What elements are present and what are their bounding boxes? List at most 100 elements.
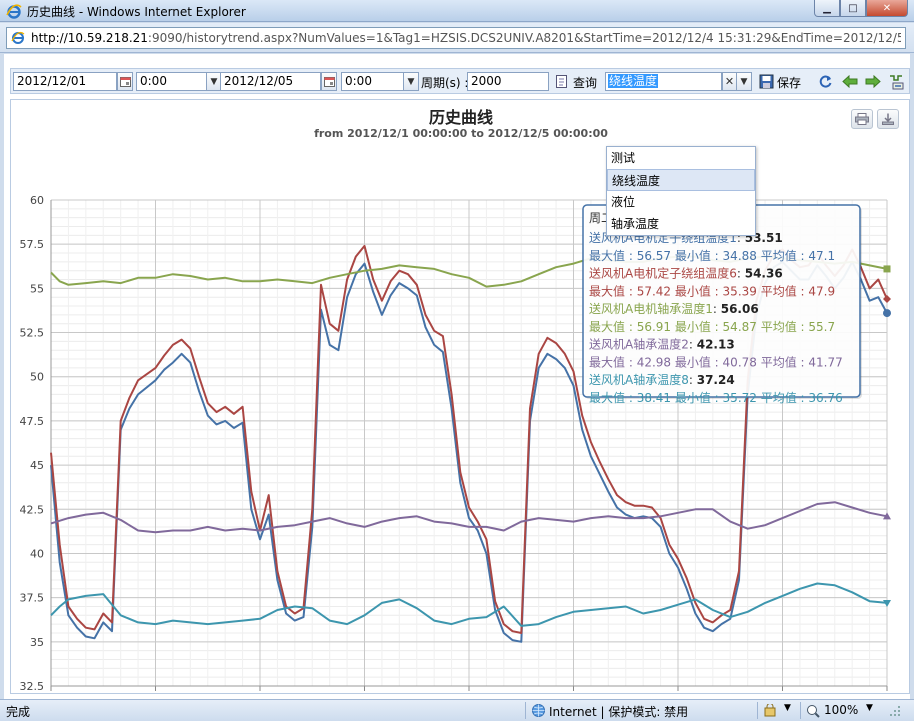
y-tick-label: 45 xyxy=(30,459,44,472)
tooltip-stats: 最大值 : 56.91 最小值 : 54.87 平均值 : 55.7 xyxy=(589,319,835,334)
tooltip-colon: : xyxy=(737,267,745,281)
window-title: 历史曲线 - Windows Internet Explorer xyxy=(27,5,246,19)
window-controls: ▁ □ ✕ xyxy=(814,0,908,18)
tooltip-min-label: 最小值 : xyxy=(671,355,723,370)
tag-combo-value: 绕线温度 xyxy=(608,74,659,88)
tooltip-current-value: 54.36 xyxy=(745,267,783,281)
y-tick-label: 37.5 xyxy=(20,592,45,605)
y-tick-label: 52.5 xyxy=(20,327,45,340)
tooltip-series-label: 送风机A电机定子绕组温度6 xyxy=(589,266,737,281)
page-icon xyxy=(11,31,25,44)
start-date-calendar-button[interactable] xyxy=(117,72,133,91)
close-button[interactable]: ✕ xyxy=(866,0,908,17)
tag-combo-input[interactable]: 绕线温度 xyxy=(605,72,722,91)
tooltip-series-name: 送风机A电机定子绕组温度6: 54.36 xyxy=(589,266,783,281)
series-end-marker[interactable] xyxy=(883,309,891,318)
tooltip-max-label: 最大值 : xyxy=(589,248,637,263)
tag-dropdown-button[interactable]: ▼ xyxy=(737,72,752,91)
y-tick-label: 42.5 xyxy=(20,503,45,516)
series-end-marker[interactable] xyxy=(883,265,891,273)
start-date-input[interactable]: 2012/12/01 xyxy=(13,72,117,91)
tooltip-max-label: 最大值 : xyxy=(589,390,637,405)
tooltip-max-label: 最大值 : xyxy=(589,355,637,370)
tooltip-colon: : xyxy=(689,373,697,387)
chevron-down-icon[interactable]: ▼ xyxy=(866,703,873,713)
y-tick-label: 60 xyxy=(30,194,44,207)
tag-clear-button[interactable]: ✕ xyxy=(722,72,737,91)
tooltip-stats: 最大值 : 42.98 最小值 : 40.78 平均值 : 41.77 xyxy=(589,355,843,370)
tooltip-avg-label: 平均值 : xyxy=(757,390,809,405)
status-divider xyxy=(757,702,758,719)
save-button[interactable]: 保存 xyxy=(777,74,801,91)
tooltip-stats: 最大值 : 57.42 最小值 : 35.39 平均值 : 47.9 xyxy=(589,284,835,299)
chart-panel: 历史曲线 from 2012/12/1 00:00:00 to 2012/12/… xyxy=(10,99,910,694)
tooltip-max-value: 57.42 xyxy=(637,285,671,299)
tooltip-min-value: 54.87 xyxy=(723,320,757,334)
tooltip-min-value: 35.39 xyxy=(723,285,757,299)
tooltip-colon: : xyxy=(689,338,697,352)
query-icon[interactable] xyxy=(554,73,571,90)
end-time-select[interactable]: 0:00 xyxy=(341,72,404,91)
save-icon[interactable] xyxy=(758,73,775,90)
start-time-select[interactable]: 0:00 xyxy=(136,72,207,91)
tooltip-avg-label: 平均值 : xyxy=(757,248,809,263)
address-input[interactable]: http://10.59.218.21:9090/historytrend.as… xyxy=(6,27,906,49)
tooltip-series-label: 送风机A轴承温度2 xyxy=(589,337,689,352)
end-date-input[interactable]: 2012/12/05 xyxy=(220,72,321,91)
tooltip-avg-value: 55.7 xyxy=(808,320,835,334)
tooltip-series-name: 送风机A轴承温度2: 42.13 xyxy=(589,337,735,352)
tooltip-min-value: 40.78 xyxy=(723,356,757,370)
tooltip-max-label: 最大值 : xyxy=(589,284,637,299)
calendar-icon xyxy=(323,77,335,87)
minimize-button[interactable]: ▁ xyxy=(814,0,840,17)
dropdown-option[interactable]: 液位 xyxy=(607,191,755,213)
tooltip-stats: 最大值 : 38.41 最小值 : 35.72 平均值 : 36.76 xyxy=(589,390,843,405)
tooltip-current-value: 37.24 xyxy=(697,373,735,387)
zoom-level[interactable]: 100% xyxy=(824,703,858,717)
tooltip-max-value: 56.57 xyxy=(637,249,671,263)
tooltip-series-label: 送风机A电机轴承温度1 xyxy=(589,301,713,316)
ie-logo-icon xyxy=(6,4,22,19)
tooltip-avg-label: 平均值 : xyxy=(757,319,809,334)
query-button[interactable]: 查询 xyxy=(573,74,597,91)
period-input[interactable]: 2000 xyxy=(467,72,549,91)
chevron-down-icon: ▼ xyxy=(740,76,748,87)
tooltip-min-label: 最小值 : xyxy=(671,284,723,299)
page-content: 2012/12/01 0:00 ▼ 2012/12/05 0:00 ▼ 周期(s… xyxy=(0,54,914,699)
period-label: 周期(s) : xyxy=(421,76,469,90)
chevron-down-icon: ▼ xyxy=(210,76,218,87)
forward-arrow-icon[interactable] xyxy=(864,73,881,90)
maximize-button[interactable]: □ xyxy=(840,0,866,17)
tooltip-avg-label: 平均值 : xyxy=(757,355,809,370)
end-time-dropdown-button[interactable]: ▼ xyxy=(404,72,419,91)
url-path: :9090/historytrend.aspx?NumValues=1&Tag1… xyxy=(147,31,901,45)
zone-settings-icon[interactable] xyxy=(764,704,778,718)
tooltip-avg-value: 47.1 xyxy=(808,249,835,263)
export-data-icon[interactable] xyxy=(887,73,904,90)
tooltip-colon: : xyxy=(713,302,721,316)
status-divider xyxy=(525,702,526,719)
tooltip-max-value: 42.98 xyxy=(637,356,671,370)
globe-icon xyxy=(532,704,545,717)
resize-grip-icon[interactable] xyxy=(882,705,902,718)
y-tick-label: 47.5 xyxy=(20,415,45,428)
tooltip-series-name: 送风机A轴承温度8: 37.24 xyxy=(589,372,735,387)
tooltip-max-value: 38.41 xyxy=(637,391,671,405)
tag-dropdown-list: 测试 绕线温度 液位 轴承温度 xyxy=(606,146,756,236)
dropdown-option[interactable]: 测试 xyxy=(607,147,755,169)
tooltip-current-value: 42.13 xyxy=(697,338,735,352)
zoom-icon xyxy=(807,705,820,718)
tooltip-avg-value: 36.76 xyxy=(808,391,842,405)
refresh-icon[interactable] xyxy=(817,73,834,90)
chevron-down-icon[interactable]: ▼ xyxy=(784,703,791,713)
dropdown-option[interactable]: 轴承温度 xyxy=(607,213,755,235)
y-tick-label: 35 xyxy=(30,636,44,649)
calendar-icon xyxy=(119,77,131,87)
back-arrow-icon[interactable] xyxy=(841,73,858,90)
end-date-calendar-button[interactable] xyxy=(321,72,337,91)
dropdown-option[interactable]: 绕线温度 xyxy=(607,169,755,191)
tooltip-max-label: 最大值 : xyxy=(589,319,637,334)
url-host: http://10.59.218.21 xyxy=(31,31,148,45)
status-text: 完成 xyxy=(6,705,31,719)
tooltip-min-label: 最小值 : xyxy=(671,390,723,405)
